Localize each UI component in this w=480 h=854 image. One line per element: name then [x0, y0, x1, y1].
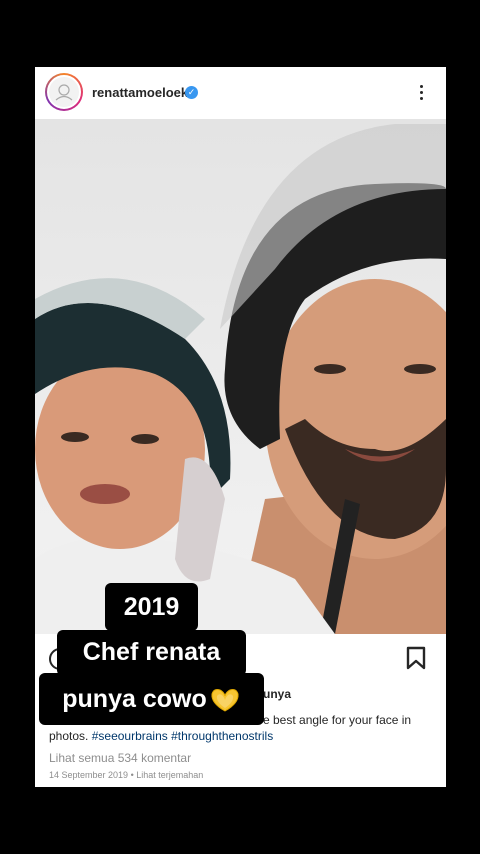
heart-hands-emoji-icon [211, 689, 239, 712]
verified-badge-icon: ✓ [185, 86, 198, 99]
avatar[interactable] [45, 73, 83, 111]
caption-hashtags: photos. #seeourbrains #throughthenostril… [49, 729, 273, 743]
view-comments-link[interactable]: Lihat semua 534 komentar [49, 751, 191, 765]
overlay-caption-line-2: Chef renata [57, 630, 246, 676]
caption-fragment: e best angle for your face in [263, 713, 412, 727]
bookmark-icon[interactable] [405, 646, 427, 670]
date-separator: • [130, 770, 134, 780]
overlay-line-3: punya cowo [62, 685, 207, 713]
post-date: 14 September 2019 • Lihat terjemahan [49, 770, 203, 780]
post-photo[interactable] [35, 119, 446, 634]
hashtag-link[interactable]: #throughthenostrils [171, 729, 273, 743]
hashtag-link[interactable]: #seeourbrains [92, 729, 168, 743]
username[interactable]: renattamoeloek [92, 85, 188, 100]
caption-continuation: photos. [49, 729, 89, 743]
date-text: 14 September 2019 [49, 770, 129, 780]
caption-name-fragment: unya [263, 687, 292, 701]
translate-link[interactable]: Lihat terjemahan [136, 770, 203, 780]
overlay-caption-line-3: punya cowo [39, 673, 264, 725]
overlay-line-1: 2019 [123, 593, 180, 621]
avatar-image [47, 75, 81, 109]
post-header: renattamoeloek ✓ [35, 67, 446, 119]
overlay-year-caption: 2019 [105, 583, 198, 631]
more-options-icon[interactable] [411, 82, 431, 104]
overlay-line-2: Chef renata [82, 638, 221, 666]
